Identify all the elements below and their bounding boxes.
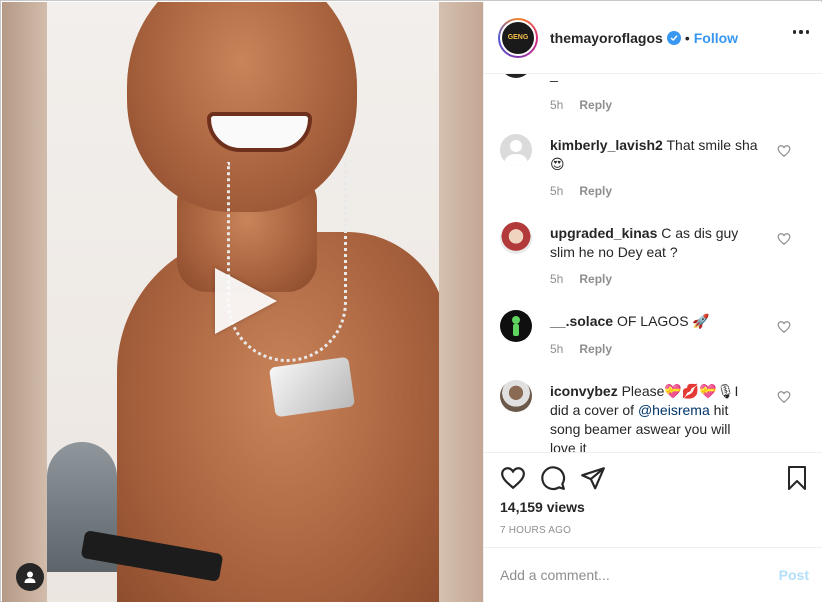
- comment-username[interactable]: iconvybez: [550, 383, 618, 399]
- more-options-icon[interactable]: [792, 30, 809, 34]
- comment-time[interactable]: 5h: [550, 342, 563, 356]
- comment-username[interactable]: kimberly_lavish2: [550, 137, 663, 153]
- comment-body: iconvybez Please💝💋💝🎙I did a cover of @he…: [550, 382, 760, 452]
- reply-button[interactable]: Reply: [579, 98, 612, 112]
- post-comment-button[interactable]: Post: [779, 567, 809, 583]
- comment-time[interactable]: 5h: [550, 98, 563, 112]
- post-timestamp[interactable]: 7 HOURS AGO: [500, 525, 571, 536]
- post-actions: 14,159 views 7 HOURS AGO: [484, 452, 822, 547]
- instagram-post-modal: GENG themayoroflagos • Follow _ 5h Reply: [0, 0, 822, 602]
- user-icon: [24, 571, 36, 583]
- verified-badge-icon: [666, 30, 681, 45]
- avatar[interactable]: [500, 380, 532, 412]
- comments-list[interactable]: _ 5h Reply kimberly_lavish2 That smile s…: [484, 74, 822, 452]
- reply-button[interactable]: Reply: [579, 272, 612, 286]
- profile-avatar-image: GENG: [500, 19, 536, 56]
- avatar[interactable]: [500, 222, 532, 254]
- video-subject-smile: [207, 112, 312, 152]
- post-sidebar: GENG themayoroflagos • Follow _ 5h Reply: [483, 2, 822, 602]
- share-icon[interactable]: [580, 465, 606, 491]
- avatar[interactable]: [500, 74, 532, 78]
- reply-button[interactable]: Reply: [579, 184, 612, 198]
- action-icons: [500, 465, 606, 491]
- add-comment-bar: Post: [484, 547, 822, 602]
- like-comment-icon[interactable]: [777, 320, 791, 334]
- comment-text: _: [550, 74, 558, 82]
- comment-username[interactable]: __.solace: [550, 313, 613, 329]
- comment-icon[interactable]: [540, 465, 566, 491]
- like-icon[interactable]: [500, 465, 526, 491]
- avatar[interactable]: [500, 134, 532, 166]
- comment-body: upgraded_kinas C as dis guy slim he no D…: [550, 224, 760, 262]
- view-count[interactable]: 14,159 views: [500, 499, 585, 515]
- post-header: GENG themayoroflagos • Follow: [484, 2, 822, 74]
- comment-time[interactable]: 5h: [550, 272, 563, 286]
- comment-time[interactable]: 5h: [550, 184, 563, 198]
- comment-body: __.solace OF LAGOS 🚀: [550, 312, 760, 331]
- profile-username[interactable]: themayoroflagos: [550, 30, 663, 46]
- add-comment-input[interactable]: [500, 562, 750, 588]
- like-comment-icon[interactable]: [777, 144, 791, 158]
- play-icon[interactable]: [215, 268, 277, 334]
- comment-meta: 5h Reply: [550, 342, 612, 356]
- avatar[interactable]: [500, 310, 532, 342]
- tagged-user-button[interactable]: [16, 563, 44, 591]
- bookmark-icon[interactable]: [785, 465, 809, 491]
- reply-button[interactable]: Reply: [579, 342, 612, 356]
- comment-meta: 5h Reply: [550, 272, 612, 286]
- comment-meta: 5h Reply: [550, 98, 612, 112]
- follow-button[interactable]: Follow: [694, 30, 738, 46]
- mention-link[interactable]: @heisrema: [638, 402, 710, 418]
- comment-text: OF LAGOS 🚀: [616, 313, 710, 329]
- media-blur-right: [438, 2, 483, 602]
- like-comment-icon[interactable]: [777, 390, 791, 404]
- media-blur-left: [2, 2, 47, 602]
- post-media[interactable]: [2, 2, 483, 602]
- comment-meta: 5h Reply: [550, 184, 612, 198]
- comment-body: kimberly_lavish2 That smile sha 😍: [550, 136, 760, 174]
- header-separator: •: [684, 29, 690, 46]
- comment-username[interactable]: upgraded_kinas: [550, 225, 657, 241]
- profile-avatar[interactable]: GENG: [498, 17, 538, 58]
- like-comment-icon[interactable]: [777, 232, 791, 246]
